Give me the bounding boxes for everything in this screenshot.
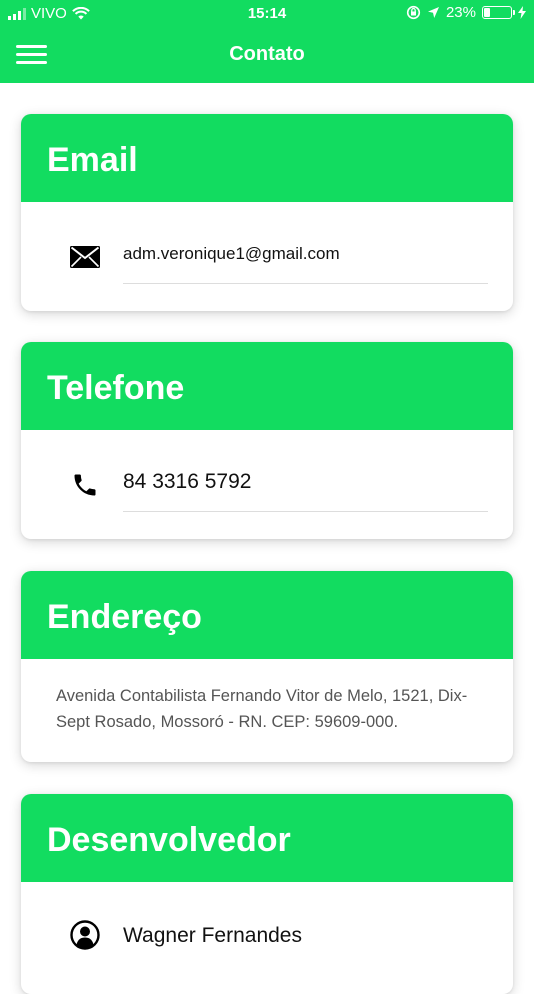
- address-card: Endereço Avenida Contabilista Fernando V…: [21, 571, 513, 762]
- user-icon: [70, 920, 100, 950]
- mail-icon: [70, 242, 100, 272]
- top-bar: VIVO 15:14 23% Contato: [0, 0, 534, 83]
- phone-card-title: Telefone: [21, 342, 513, 430]
- email-value[interactable]: adm.veronique1@gmail.com: [123, 244, 340, 264]
- developer-value[interactable]: Wagner Fernandes: [123, 924, 302, 948]
- status-right: 23%: [406, 4, 526, 21]
- location-icon: [427, 7, 439, 18]
- phone-value[interactable]: 84 3316 5792: [123, 470, 251, 494]
- email-row[interactable]: adm.veronique1@gmail.com: [21, 202, 513, 311]
- developer-row[interactable]: Wagner Fernandes: [21, 882, 513, 991]
- status-bar: VIVO 15:14 23%: [0, 0, 534, 28]
- developer-card-title: Desenvolvedor: [21, 794, 513, 882]
- battery-icon: [482, 6, 515, 19]
- nav-bar: Contato: [0, 28, 534, 83]
- email-divider: [123, 283, 488, 284]
- phone-row[interactable]: 84 3316 5792: [21, 430, 513, 539]
- orientation-lock-icon: [406, 5, 421, 20]
- phone-icon: [70, 470, 100, 500]
- email-card: Email adm.veronique1@gmail.com: [21, 114, 513, 311]
- address-card-title: Endereço: [21, 571, 513, 659]
- charging-icon: [518, 6, 526, 19]
- phone-card: Telefone 84 3316 5792: [21, 342, 513, 539]
- email-card-title: Email: [21, 114, 513, 202]
- address-text: Avenida Contabilista Fernando Vitor de M…: [56, 687, 468, 731]
- battery-percent: 23%: [445, 4, 476, 21]
- page-title: Contato: [229, 43, 305, 65]
- phone-divider: [123, 511, 488, 512]
- developer-card: Desenvolvedor Wagner Fernandes: [21, 794, 513, 994]
